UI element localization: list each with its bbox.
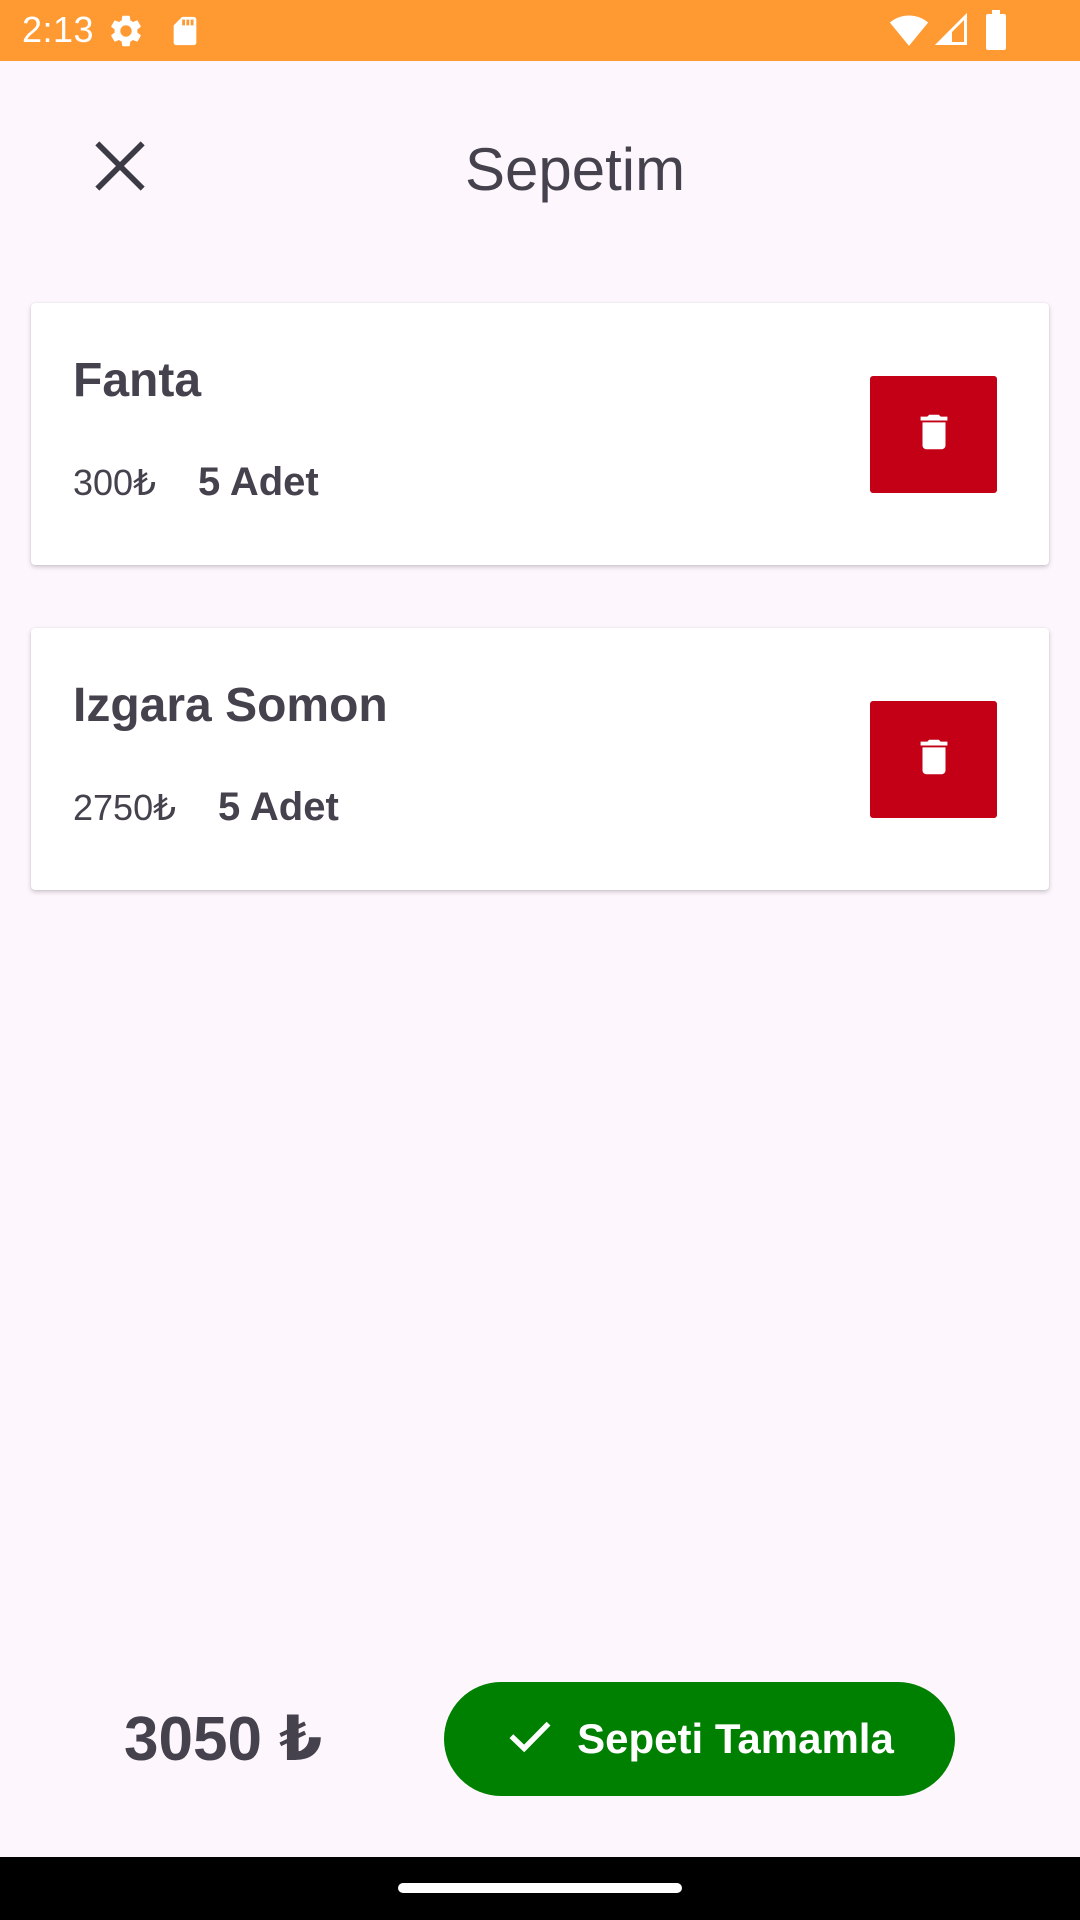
home-gesture-handle[interactable]: [398, 1883, 682, 1893]
item-meta: 2750₺ 5 Adet: [73, 785, 339, 830]
sd-card-icon: [168, 12, 202, 55]
item-quantity: 5 Adet: [197, 460, 319, 504]
gear-icon: [107, 12, 145, 55]
cart-total: 3050 ₺: [124, 1705, 323, 1774]
item-name: Fanta: [73, 354, 202, 407]
wifi-icon: [888, 10, 930, 55]
check-icon: [505, 1712, 555, 1767]
item-name: Izgara Somon: [73, 679, 388, 732]
status-time: 2:13: [22, 9, 95, 50]
navigation-bar: [0, 1857, 1080, 1920]
delete-item-button[interactable]: [870, 376, 997, 493]
item-meta: 300₺ 5 Adet: [73, 460, 319, 505]
complete-cart-button[interactable]: Sepeti Tamamla: [444, 1682, 955, 1796]
battery-icon: [984, 10, 1008, 55]
trash-icon: [911, 731, 957, 788]
item-price: 2750₺: [73, 787, 176, 828]
trash-icon: [911, 406, 957, 463]
item-price: 300₺: [73, 462, 156, 503]
page-title: Sepetim: [464, 136, 686, 203]
delete-item-button[interactable]: [870, 701, 997, 818]
status-bar: 2:13: [0, 0, 1080, 61]
complete-cart-label: Sepeti Tamamla: [577, 1715, 894, 1762]
cart-item-fanta: Fanta 300₺ 5 Adet: [31, 303, 1049, 565]
signal-icon: [934, 10, 970, 55]
item-quantity: 5 Adet: [218, 785, 339, 829]
cart-item-izgara-somon: Izgara Somon 2750₺ 5 Adet: [31, 628, 1049, 890]
